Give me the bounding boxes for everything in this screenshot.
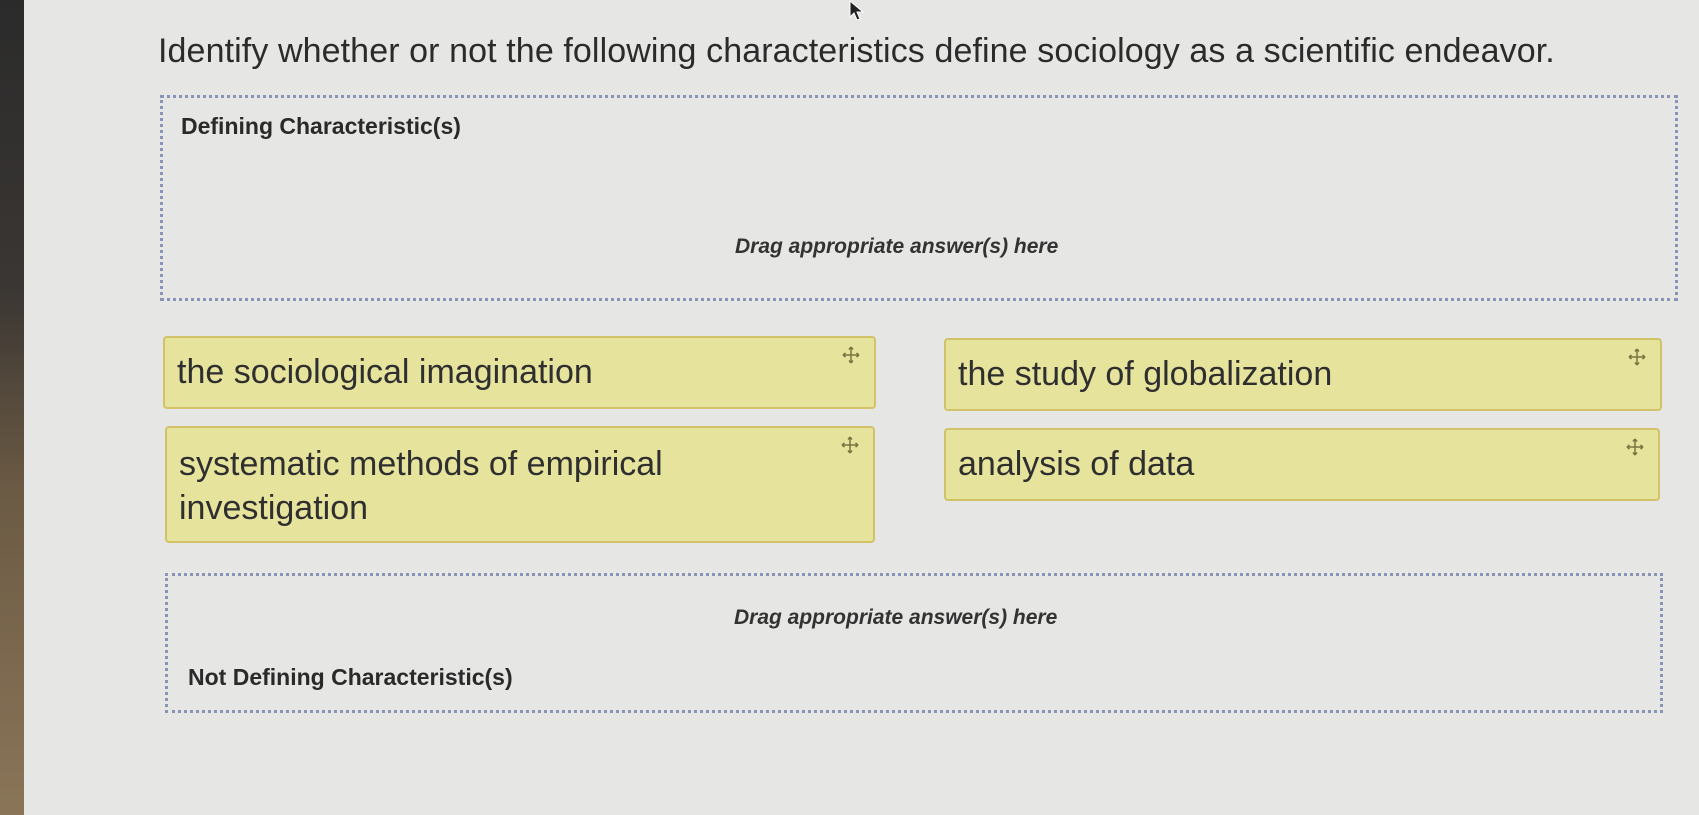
move-icon[interactable] bbox=[1628, 348, 1646, 366]
answer-card-label: systematic methods of empirical investig… bbox=[179, 445, 663, 527]
drop-hint-defining: Drag appropriate answer(s) here bbox=[735, 235, 1059, 258]
answer-card-label: the study of globalization bbox=[958, 355, 1333, 393]
answer-card-analysis-of-data[interactable]: analysis of data bbox=[944, 428, 1660, 501]
zone-title-defining: Defining Characteristic(s) bbox=[181, 113, 461, 139]
drop-zone-not-defining[interactable]: Drag appropriate answer(s) here Not Defi… bbox=[165, 573, 1663, 713]
question-prompt: Identify whether or not the following ch… bbox=[158, 32, 1555, 70]
answer-card-systematic-methods[interactable]: systematic methods of empirical investig… bbox=[165, 426, 875, 543]
move-icon[interactable] bbox=[1626, 438, 1644, 456]
answer-card-label: analysis of data bbox=[958, 445, 1195, 483]
answer-card-study-of-globalization[interactable]: the study of globalization bbox=[944, 338, 1662, 411]
answer-card-sociological-imagination[interactable]: the sociological imagination bbox=[163, 336, 876, 409]
zone-title-not-defining: Not Defining Characteristic(s) bbox=[188, 664, 513, 690]
move-icon[interactable] bbox=[841, 436, 859, 454]
drop-hint-not-defining: Drag appropriate answer(s) here bbox=[734, 606, 1058, 629]
answer-card-label: the sociological imagination bbox=[177, 353, 593, 391]
drop-zone-defining[interactable]: Defining Characteristic(s) Drag appropri… bbox=[160, 95, 1678, 301]
move-icon[interactable] bbox=[842, 346, 860, 364]
mouse-cursor-icon bbox=[849, 0, 865, 21]
